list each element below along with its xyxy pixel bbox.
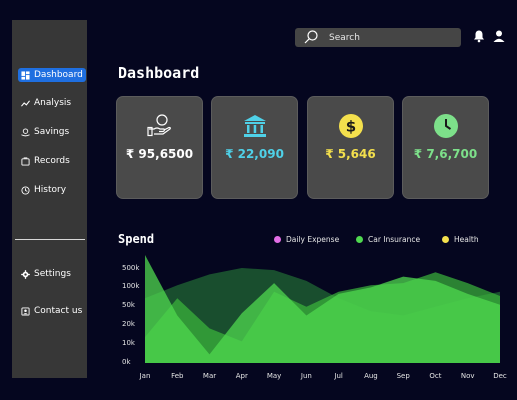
card-amount: ₹ 5,646: [325, 147, 376, 161]
sidebar-item-label: Dashboard: [34, 70, 83, 80]
clock-icon: [433, 113, 459, 139]
records-icon: [21, 156, 30, 166]
bell-icon[interactable]: [472, 28, 486, 43]
sidebar-item-records[interactable]: Records: [18, 154, 73, 168]
summary-card-income[interactable]: $ ₹ 5,646: [307, 96, 394, 199]
x-tick-label: Oct: [429, 372, 441, 380]
coins-icon: [21, 127, 30, 137]
legend-item: Car Insurance: [356, 235, 420, 244]
spend-chart: 500k 100k 50k 20k 10k 0k Jan Feb Mar Apr May Jun Jul…: [122, 255, 507, 380]
legend-swatch: [442, 236, 449, 243]
legend-swatch: [356, 236, 363, 243]
y-tick-label: 500k: [122, 264, 140, 272]
bank-icon: [242, 113, 268, 139]
search-input[interactable]: [329, 30, 449, 45]
legend-label: Daily Expense: [286, 235, 340, 244]
search-icon: [303, 29, 319, 45]
legend-label: Car Insurance: [368, 235, 421, 244]
summary-card-time[interactable]: ₹ 7,6,700: [402, 96, 489, 199]
sidebar-item-dashboard[interactable]: Dashboard: [18, 68, 86, 82]
x-tick-label: Feb: [171, 372, 184, 380]
sidebar-item-label: Settings: [34, 269, 71, 279]
x-tick-label: Jan: [139, 372, 151, 380]
user-icon[interactable]: [492, 28, 506, 42]
x-tick-label: Jul: [333, 372, 343, 380]
sidebar-item-history[interactable]: History: [18, 183, 69, 197]
legend-item: Daily Expense: [274, 235, 339, 244]
legend-label: Health: [454, 235, 479, 244]
legend-item: Health: [442, 235, 479, 244]
x-tick-label: Nov: [461, 372, 475, 380]
x-tick-label: Dec: [493, 372, 507, 380]
hand-coin-icon: [146, 113, 173, 139]
card-amount: ₹ 95,6500: [125, 147, 194, 161]
history-icon: [21, 185, 30, 195]
page-title: Dashboard: [118, 64, 200, 82]
trend-icon: [21, 99, 30, 108]
y-tick-label: 0k: [122, 358, 131, 366]
sidebar-item-settings[interactable]: Settings: [18, 267, 74, 281]
x-tick-label: Mar: [203, 372, 216, 380]
card-amount: ₹ 22,090: [225, 147, 284, 161]
search-bar[interactable]: [295, 28, 461, 47]
card-amount: ₹ 7,6,700: [413, 147, 478, 161]
contact-icon: [21, 306, 30, 316]
dashboard-icon: [21, 70, 30, 80]
y-tick-label: 10k: [122, 339, 136, 347]
x-tick-label: Apr: [236, 372, 248, 380]
sidebar-item-label: History: [34, 185, 67, 195]
x-tick-label: May: [267, 372, 281, 380]
sidebar-item-contact[interactable]: Contact us: [18, 304, 85, 318]
sidebar-item-label: Contact us: [34, 306, 83, 316]
dollar-coin-icon: $: [338, 113, 364, 139]
x-tick-label: Sep: [397, 372, 411, 380]
sidebar-item-savings[interactable]: Savings: [18, 125, 72, 139]
summary-card-bank[interactable]: ₹ 22,090: [211, 96, 298, 199]
x-tick-label: Aug: [364, 372, 378, 380]
x-tick-label: Jun: [300, 372, 312, 380]
sidebar-divider: [15, 239, 85, 240]
gear-icon: [21, 269, 30, 279]
sidebar-item-label: Records: [34, 156, 70, 166]
sidebar-item-analysis[interactable]: Analysis: [18, 96, 74, 110]
spend-title: Spend: [118, 232, 155, 246]
svg-text:$: $: [345, 118, 355, 136]
sidebar: Dashboard Analysis Savings Records Histo…: [12, 20, 87, 378]
y-tick-label: 20k: [122, 320, 136, 328]
sidebar-item-label: Analysis: [34, 98, 72, 108]
y-tick-label: 50k: [122, 301, 136, 309]
sidebar-item-label: Savings: [34, 127, 70, 137]
legend-swatch: [274, 236, 281, 243]
summary-card-balance[interactable]: ₹ 95,6500: [116, 96, 203, 199]
y-tick-label: 100k: [122, 282, 140, 290]
